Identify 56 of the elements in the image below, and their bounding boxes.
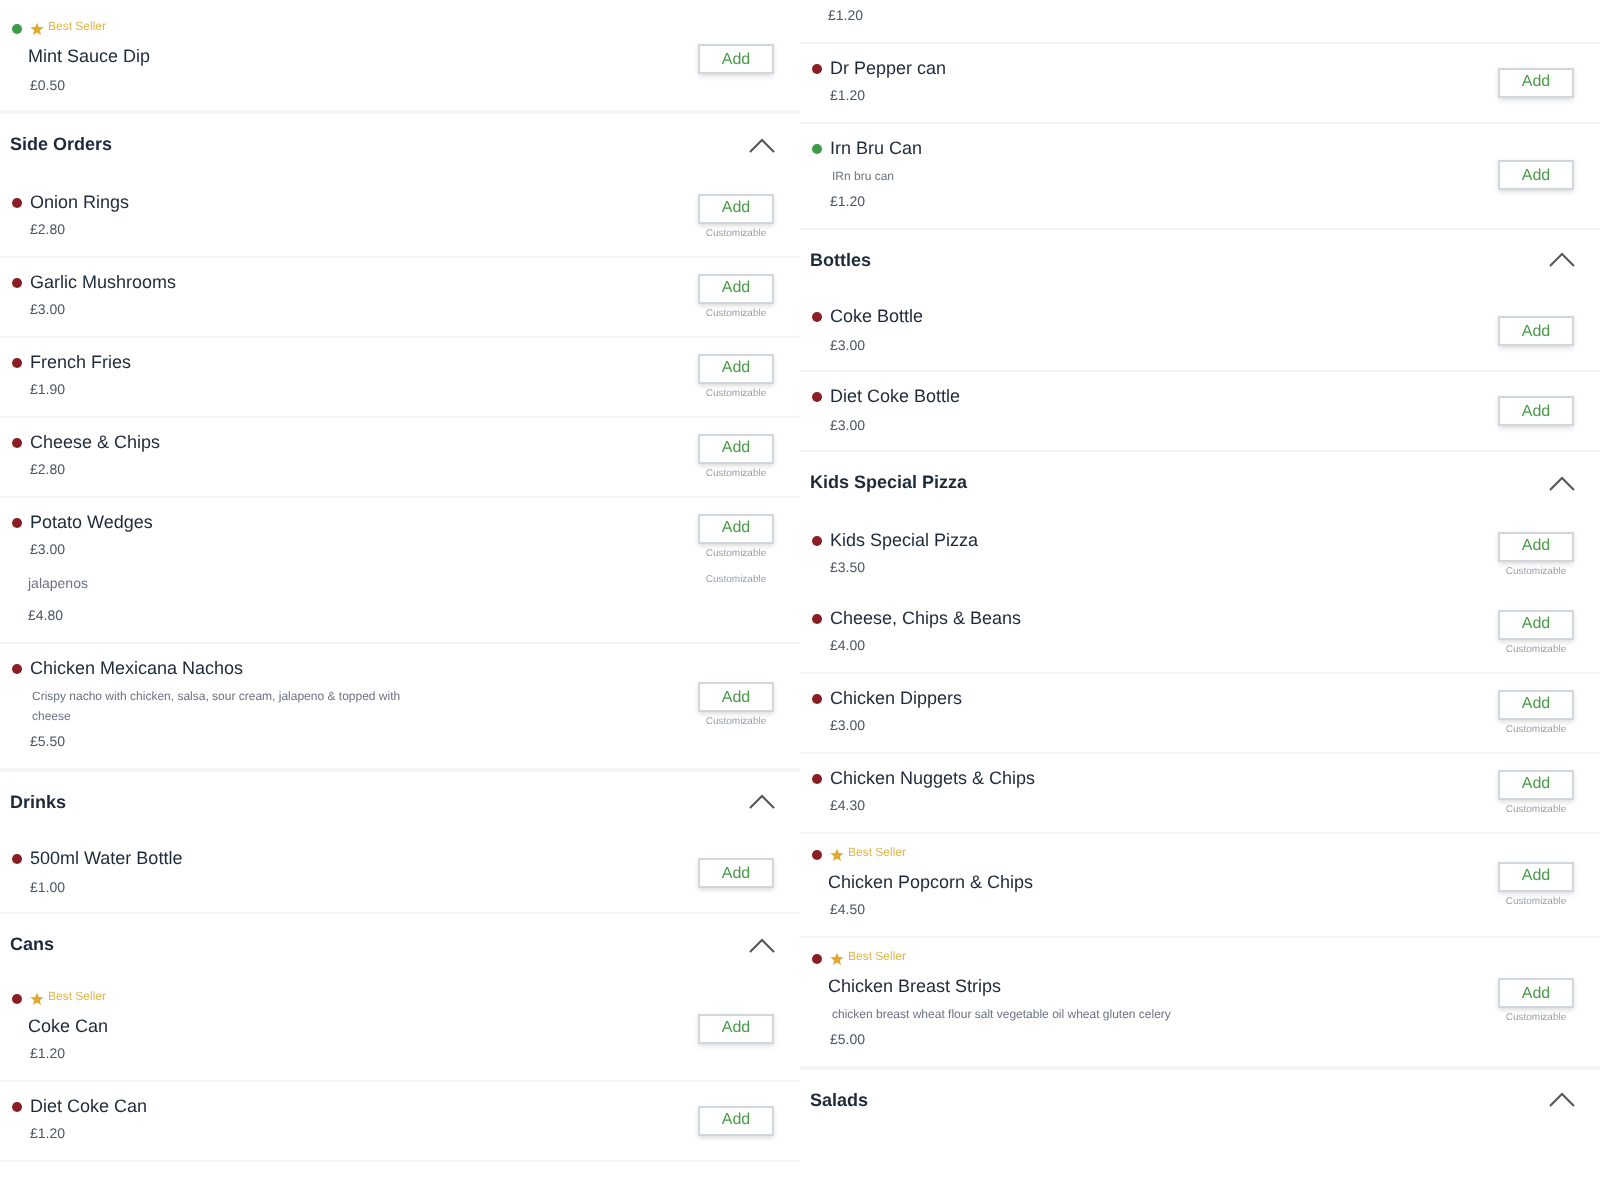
chevron-up-icon[interactable]: [748, 137, 776, 154]
add-button[interactable]: Add: [698, 433, 774, 463]
star-icon: [830, 951, 844, 965]
add-button[interactable]: Add: [698, 858, 774, 888]
item-name: Cheese & Chips: [30, 429, 161, 456]
item-name: Onion Rings: [30, 189, 130, 216]
item-name: 500ml Water Bottle: [30, 846, 183, 872]
add-button[interactable]: Add: [1498, 769, 1574, 799]
item-name: Chicken Breast Strips: [826, 973, 1002, 1000]
item-name: Garlic Mushrooms: [30, 269, 177, 295]
item-name: Chicken Mexicana Nachos: [30, 655, 244, 681]
item-name: Potato Wedges: [30, 509, 153, 536]
item-name: French Fries: [30, 349, 132, 375]
item-name: Cheese, Chips & Beans: [830, 605, 1022, 632]
add-button[interactable]: Add: [1498, 160, 1574, 190]
section-title: Kids Special Pizza: [810, 470, 968, 496]
item-name: Mint Sauce Dip: [26, 44, 151, 70]
item-name: Coke Can: [26, 1013, 109, 1039]
add-button[interactable]: Add: [1498, 978, 1574, 1008]
section-title: Side Orders: [10, 132, 113, 158]
add-button[interactable]: Add: [698, 1105, 774, 1135]
add-button[interactable]: Add: [1498, 861, 1574, 891]
item-name: Irn Bru Can: [830, 135, 923, 161]
star-icon: [30, 991, 44, 1005]
chevron-up-icon[interactable]: [1548, 475, 1576, 492]
chevron-up-icon[interactable]: [1548, 252, 1576, 269]
add-button[interactable]: Add: [698, 513, 774, 543]
item-name: Chicken Popcorn & Chips: [826, 869, 1034, 896]
add-button[interactable]: Add: [698, 273, 774, 303]
item-name: Chicken Nuggets & Chips: [830, 765, 1036, 792]
section-title: Bottles: [810, 247, 872, 273]
add-button[interactable]: Add: [1498, 316, 1574, 346]
add-button[interactable]: Add: [1498, 531, 1574, 561]
add-button[interactable]: Add: [698, 682, 774, 712]
add-button[interactable]: Add: [698, 193, 774, 223]
section-title: Salads: [810, 1087, 869, 1113]
item-name: Diet Coke Can: [30, 1093, 148, 1119]
add-button[interactable]: Add: [1498, 396, 1574, 426]
add-button[interactable]: Add: [1498, 67, 1574, 97]
chevron-up-icon[interactable]: [1548, 1092, 1576, 1109]
chevron-up-icon[interactable]: [748, 937, 776, 954]
section-title: Drinks: [10, 789, 67, 815]
star-icon: [830, 847, 844, 861]
add-button[interactable]: Add: [698, 353, 774, 383]
item-name: Chicken Dippers: [830, 685, 963, 712]
star-icon: [30, 22, 44, 36]
item-name: Kids Special Pizza: [830, 527, 979, 554]
add-button[interactable]: Add: [698, 44, 774, 74]
chevron-up-icon[interactable]: [748, 794, 776, 811]
section-title: Cans: [10, 932, 55, 958]
item-name: Coke Bottle: [830, 304, 924, 330]
add-button[interactable]: Add: [1498, 609, 1574, 639]
add-button[interactable]: Add: [1498, 689, 1574, 719]
add-button[interactable]: Add: [698, 1013, 774, 1043]
item-name: Diet Coke Bottle: [830, 384, 961, 410]
item-name: Dr Pepper can: [830, 55, 947, 82]
